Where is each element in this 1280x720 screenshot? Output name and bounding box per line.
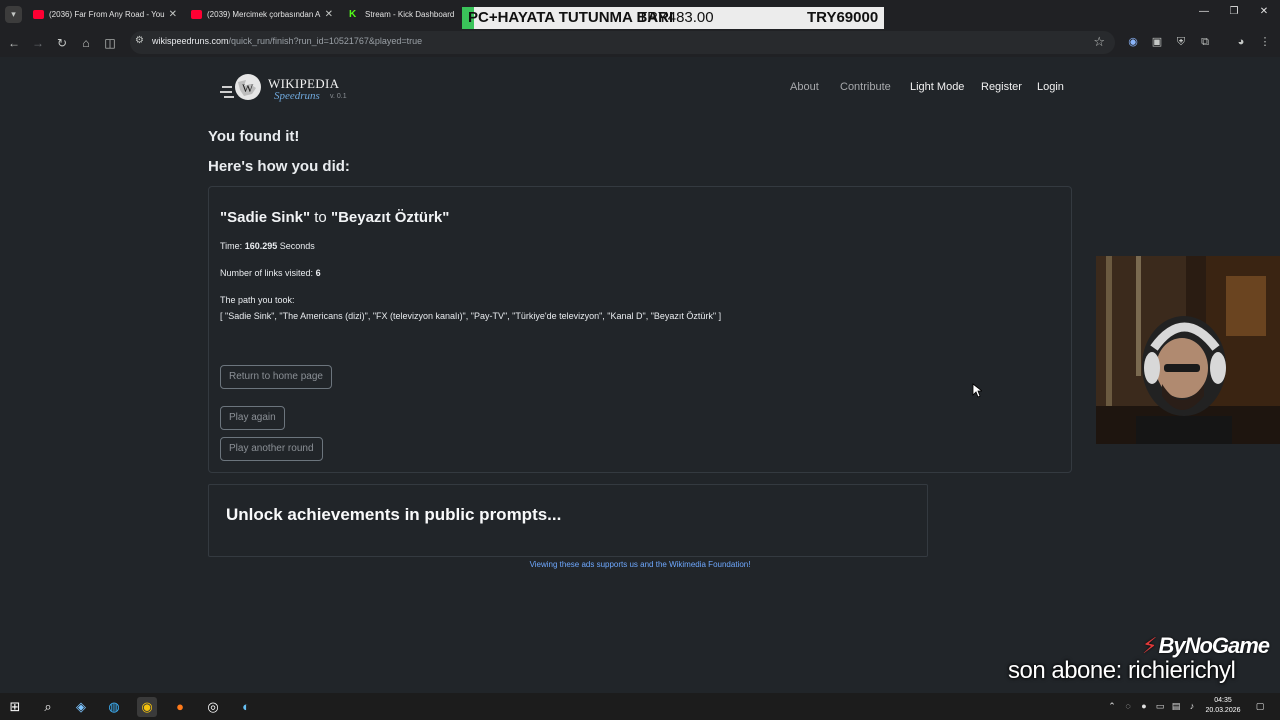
- links-label: Number of links visited:: [220, 268, 314, 278]
- shield-icon[interactable]: ⛨: [1174, 35, 1188, 49]
- result-card: "Sadie Sink" to "Beyazıt Öztürk" Time: 1…: [208, 186, 1072, 473]
- web-page: W WIKIPEDIA Speedruns v. 0.1 About Contr…: [0, 57, 1280, 693]
- bynogame-logo-icon: ⚡: [1142, 633, 1157, 658]
- bookmark-star-icon[interactable]: ☆: [1093, 34, 1105, 50]
- extension-icon[interactable]: ▣: [1150, 35, 1164, 49]
- tab-title: (2036) Far From Any Road - You: [49, 10, 165, 19]
- address-bar[interactable]: ⚙ wikispeedruns.com/quick_run/finish?run…: [130, 31, 1115, 54]
- time-row: Time: 160.295 Seconds: [220, 241, 315, 251]
- battery-icon[interactable]: ▭: [1154, 700, 1166, 712]
- promo-text: Unlock achievements in public prompts...: [226, 505, 562, 524]
- youtube-icon: [191, 10, 202, 19]
- end-article: "Beyazıt Öztürk": [330, 209, 450, 226]
- windows-taskbar: ⊞ ⌕ ◈ ◍ ◉ ● ◎ ◐ ⌃ ◌ ● ▭ ▤ ♪ 04:35 20.03.…: [0, 693, 1280, 720]
- site-logo[interactable]: W WIKIPEDIA Speedruns v. 0.1: [220, 71, 360, 105]
- tray-app-icon[interactable]: ◌: [1122, 700, 1134, 712]
- system-clock[interactable]: 04:35 20.03.2026: [1200, 696, 1246, 716]
- time-value: 160.295: [244, 241, 278, 251]
- nav-contribute[interactable]: Contribute: [840, 81, 891, 93]
- steam-icon[interactable]: ◐: [236, 697, 256, 717]
- links-value: 6: [315, 268, 321, 278]
- donation-current-amount: TRY483.00: [638, 9, 714, 26]
- route-to-word: to: [314, 209, 327, 226]
- svg-text:W: W: [242, 81, 254, 95]
- windows-start-icon[interactable]: ⊞: [5, 697, 25, 717]
- path-list: [ "Sadie Sink", "The Americans (dizi)", …: [220, 311, 722, 321]
- youtube-icon: [33, 10, 44, 19]
- home-icon[interactable]: ⌂: [78, 35, 94, 51]
- time-label: Time:: [220, 241, 243, 251]
- nav-about[interactable]: About: [790, 81, 819, 93]
- version-label: v. 0.1: [330, 93, 347, 100]
- clock-time: 04:35: [1214, 697, 1232, 704]
- clock-date: 20.03.2026: [1205, 707, 1241, 714]
- donation-goal-banner: PC+HAYATA TUTUNMA BARI TRY483.00 TRY6900…: [462, 7, 884, 29]
- url-text[interactable]: wikispeedruns.com/quick_run/finish?run_i…: [152, 36, 422, 46]
- minimize-icon[interactable]: —: [1196, 6, 1212, 17]
- menu-icon[interactable]: ⋮: [1258, 35, 1272, 49]
- nav-login[interactable]: Login: [1037, 81, 1064, 93]
- edge-icon[interactable]: ◍: [104, 697, 124, 717]
- forward-icon[interactable]: →: [30, 35, 46, 51]
- back-icon[interactable]: ←: [6, 35, 22, 51]
- copilot-icon[interactable]: ◈: [71, 697, 91, 717]
- last-subscriber-label: son abone: richierichyl: [1008, 657, 1236, 684]
- play-another-round-button[interactable]: Play another round: [220, 437, 323, 461]
- chrome-icon[interactable]: ◉: [137, 697, 157, 717]
- sponsor-name: ByNoGame: [1158, 633, 1270, 658]
- volume-icon[interactable]: ♪: [1186, 700, 1198, 712]
- search-icon[interactable]: ⌕: [38, 697, 58, 717]
- tab-search-button[interactable]: ▾: [5, 6, 22, 23]
- time-unit: Seconds: [279, 241, 315, 251]
- close-icon[interactable]: ✕: [325, 4, 333, 26]
- logo-subtitle: Speedruns: [274, 90, 320, 102]
- profile-icon[interactable]: ◕: [1234, 35, 1248, 49]
- tab-youtube-1[interactable]: (2036) Far From Any Road - You ✕: [33, 4, 177, 26]
- window-close-icon[interactable]: ✕: [1256, 6, 1272, 17]
- tab-youtube-2[interactable]: (2039) Mercimek çorbasından A ✕: [191, 4, 333, 26]
- nav-register[interactable]: Register: [981, 81, 1022, 93]
- maximize-icon[interactable]: ❐: [1226, 6, 1242, 17]
- network-icon[interactable]: ▤: [1170, 700, 1182, 712]
- streamer-webcam-image: [1096, 256, 1280, 444]
- tab-kick[interactable]: K Stream - Kick Dashboard: [349, 4, 459, 26]
- page-title: You found it!: [208, 128, 300, 145]
- achievements-promo[interactable]: Unlock achievements in public prompts...: [208, 484, 928, 557]
- split-view-icon[interactable]: ◫: [102, 35, 118, 51]
- obs-icon[interactable]: ◎: [203, 697, 223, 717]
- browser-tab-strip: ▾ (2036) Far From Any Road - You ✕ (2039…: [0, 0, 1280, 30]
- tray-overflow-icon[interactable]: ⌃: [1106, 700, 1118, 712]
- reload-icon[interactable]: ↻: [54, 35, 70, 51]
- links-row: Number of links visited: 6: [220, 268, 321, 278]
- ad-support-note[interactable]: Viewing these ads supports us and the Wi…: [0, 560, 1280, 569]
- sponsor-logo: ⚡ByNoGame: [1142, 633, 1270, 659]
- notifications-icon[interactable]: ▢: [1254, 700, 1266, 712]
- path-label: The path you took:: [220, 295, 295, 305]
- webcam-overlay: [1096, 256, 1280, 444]
- firefox-icon[interactable]: ●: [170, 697, 190, 717]
- donation-goal-amount: TRY69000: [807, 9, 879, 26]
- mouse-cursor-icon: [972, 383, 982, 398]
- tab-title: Stream - Kick Dashboard: [365, 10, 455, 19]
- close-icon[interactable]: ✕: [169, 4, 177, 26]
- route-title: "Sadie Sink" to "Beyazıt Öztürk": [220, 209, 449, 226]
- nav-light-mode[interactable]: Light Mode: [910, 81, 964, 93]
- site-info-icon[interactable]: ⚙: [135, 35, 144, 46]
- wikipedia-globe-icon: W: [220, 74, 261, 100]
- browser-toolbar: ← → ↻ ⌂ ◫ ⚙ wikispeedruns.com/quick_run/…: [0, 30, 1280, 55]
- kick-icon: K: [349, 9, 357, 20]
- cast-icon[interactable]: ◉: [1126, 35, 1140, 49]
- microphone-icon[interactable]: ●: [1138, 700, 1150, 712]
- tab-title: (2039) Mercimek çorbasından A: [207, 10, 321, 19]
- play-again-button[interactable]: Play again: [220, 406, 285, 430]
- page-subtitle: Here's how you did:: [208, 158, 350, 175]
- start-article: "Sadie Sink": [220, 209, 311, 226]
- return-home-button[interactable]: Return to home page: [220, 365, 332, 389]
- puzzle-icon[interactable]: ⧉: [1198, 35, 1212, 49]
